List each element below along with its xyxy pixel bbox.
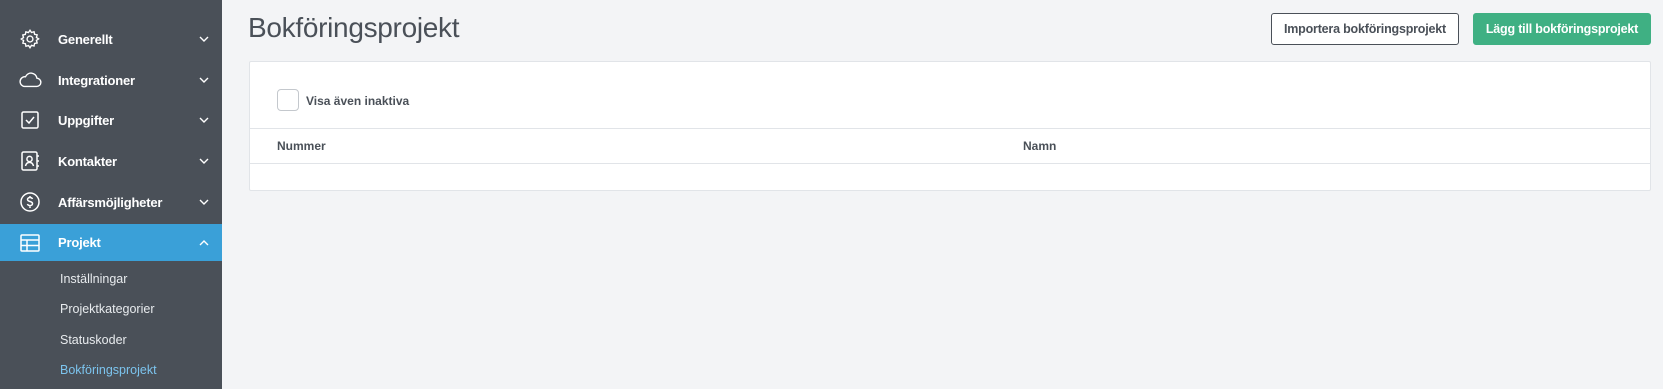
chevron-up-icon — [198, 237, 210, 249]
divider — [250, 128, 1650, 129]
show-inactive-checkbox[interactable] — [277, 89, 299, 111]
dollar-icon — [18, 190, 42, 214]
add-project-button[interactable]: Lägg till bokföringsprojekt — [1473, 13, 1651, 45]
chevron-down-icon — [198, 74, 210, 86]
import-button[interactable]: Importera bokföringsprojekt — [1271, 13, 1459, 45]
sidebar-item-affarsmojligheter[interactable]: Affärsmöjligheter — [0, 182, 222, 222]
projects-card: Visa även inaktiva Nummer Namn — [249, 61, 1651, 191]
show-inactive-label: Visa även inaktiva — [306, 94, 410, 108]
sidebar-subitem-installningar[interactable]: Inställningar — [60, 272, 127, 286]
divider — [250, 163, 1650, 164]
page-title: Bokföringsprojekt — [248, 12, 460, 43]
sidebar-item-generellt[interactable]: Generellt — [0, 19, 222, 59]
chevron-down-icon — [198, 114, 210, 126]
sidebar-item-label: Affärsmöjligheter — [58, 194, 163, 210]
sidebar-subitem-projektkategorier[interactable]: Projektkategorier — [60, 302, 155, 316]
sidebar-item-label: Projekt — [58, 235, 101, 250]
sidebar-item-label: Generellt — [58, 31, 113, 47]
column-header-namn[interactable]: Namn — [1023, 139, 1056, 153]
chevron-down-icon — [198, 33, 210, 45]
chevron-down-icon — [198, 155, 210, 167]
contact-book-icon — [18, 149, 42, 173]
gear-icon — [18, 27, 42, 51]
sidebar-item-label: Uppgifter — [58, 112, 114, 128]
sidebar-item-integrationer[interactable]: Integrationer — [0, 60, 222, 100]
sidebar-item-kontakter[interactable]: Kontakter — [0, 141, 222, 181]
table-icon — [18, 231, 42, 255]
sidebar-subitem-bokforingsprojekt[interactable]: Bokföringsprojekt — [60, 363, 157, 377]
sidebar-item-label: Integrationer — [58, 72, 135, 88]
chevron-down-icon — [198, 196, 210, 208]
sidebar-item-label: Kontakter — [58, 153, 117, 169]
cloud-icon — [18, 68, 42, 92]
sidebar: Generellt Integrationer Uppgifter Kontak… — [0, 0, 222, 389]
column-header-nummer[interactable]: Nummer — [277, 139, 326, 153]
checkbox-icon — [18, 108, 42, 132]
sidebar-subitem-statuskoder[interactable]: Statuskoder — [60, 333, 127, 347]
sidebar-item-projekt[interactable]: Projekt — [0, 224, 222, 261]
sidebar-item-uppgifter[interactable]: Uppgifter — [0, 100, 222, 140]
